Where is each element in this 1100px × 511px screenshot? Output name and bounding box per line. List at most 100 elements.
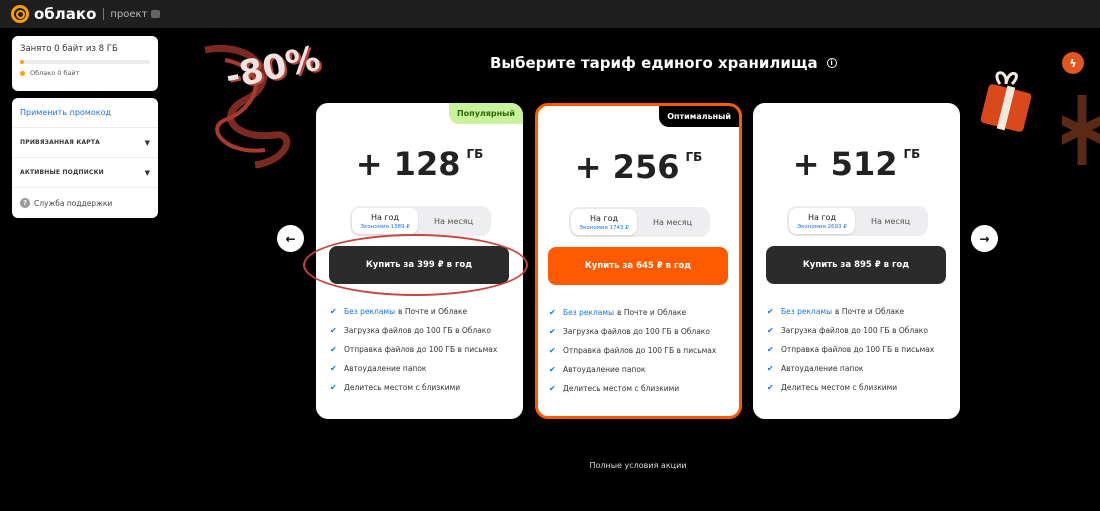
feature-item: ✔ Автоудаление папок [767,359,934,378]
check-icon: ✔ [330,364,337,373]
period-month-option[interactable]: На месяц [418,217,489,226]
page-title-text: Выберите тариф единого хранилища [490,54,818,72]
check-icon: ✔ [767,307,774,316]
logo-divider [103,8,105,20]
plan-card-512: + 512 ГБ На год Экономия 2693 ₽ На месяц … [753,103,960,419]
feature-list: ✔ Без рекламы в Почте и Облаке ✔ Загрузка ф… [549,303,716,398]
gift-icon [980,71,1032,132]
check-icon: ✔ [767,326,774,335]
page-title: Выберите тариф единого хранилища i [490,54,837,72]
period-toggle: На год Экономия 1743 ₽ На месяц [569,207,710,237]
period-toggle: На год Экономия 2693 ₽ На месяц [787,206,928,236]
plan-size-number: + 128 [355,145,461,183]
buy-button[interactable]: Купить за 645 ₽ в год [548,247,728,285]
sidebar-menu: Применить промокод ПРИВЯЗАННАЯ КАРТА ▼ А… [12,98,158,218]
period-year-option[interactable]: На год Экономия 1389 ₽ [352,208,418,234]
feature-item: ✔ Без рекламы в Почте и Облаке [330,302,497,321]
period-toggle: На год Экономия 1389 ₽ На месяц [350,206,491,236]
plan-size: + 512 ГБ [753,145,960,183]
feature-item: ✔ Делитесь местом с близкими [330,378,497,397]
subscriptions-row[interactable]: АКТИВНЫЕ ПОДПИСКИ ▼ [12,158,158,188]
flake-decoration-icon [1062,95,1100,165]
info-icon[interactable]: i [826,58,837,68]
help-icon: ? [20,198,30,208]
check-icon: ✔ [767,383,774,392]
check-icon: ✔ [330,307,337,316]
feature-list: ✔ Без рекламы в Почте и Облаке ✔ Загрузка ф… [330,302,497,397]
highlight-circle-annotation [303,234,528,296]
apply-promo-link[interactable]: Применить промокод [20,108,111,117]
full-terms-link[interactable]: Полные условия акции [0,461,1100,470]
storage-legend-label: Облако 0 байт [30,69,80,77]
check-icon: ✔ [549,327,556,336]
at-logo-icon[interactable] [11,5,29,23]
next-arrow-button[interactable]: → [971,225,998,252]
check-icon: ✔ [767,345,774,354]
chevron-down-icon[interactable]: ▼ [145,169,150,177]
project-label: проект [110,8,148,20]
feature-item: ✔ Загрузка файлов до 100 ГБ в Облако [767,321,934,340]
check-icon: ✔ [549,384,556,393]
feature-text: в Почте и Облаке [398,307,468,316]
no-ads-link[interactable]: Без рекламы [563,308,614,317]
feature-text: Автоудаление папок [781,364,864,373]
feature-item: ✔ Отправка файлов до 100 ГБ в письмах [330,340,497,359]
period-month-option[interactable]: На месяц [855,217,926,226]
feature-item: ✔ Загрузка файлов до 100 ГБ в Облако [549,322,716,341]
chevron-down-icon[interactable]: ▼ [145,139,150,147]
support-row[interactable]: ? Служба поддержки [12,188,158,218]
feature-item: ✔ Делитесь местом с близкими [549,379,716,398]
optimal-badge: Оптимальный [659,106,739,127]
storage-legend: Облако 0 байт [20,69,150,77]
feature-text: Загрузка файлов до 100 ГБ в Облако [563,327,710,336]
feature-item: ✔ Отправка файлов до 100 ГБ в письмах [767,340,934,359]
feature-text: в Почте и Облаке [617,308,687,317]
plan-size-unit: ГБ [685,150,703,164]
feature-text: Делитесь местом с близкими [344,383,461,392]
period-month-option[interactable]: На месяц [637,218,708,227]
check-icon: ✔ [330,345,337,354]
plan-card-256: Оптимальный + 256 ГБ На год Экономия 1743… [535,103,742,419]
year-label: На год [807,212,837,222]
feature-item: ✔ Автоудаление папок [330,359,497,378]
feature-text: Загрузка файлов до 100 ГБ в Облако [344,326,491,335]
plan-size-number: + 256 [574,148,680,186]
period-year-option[interactable]: На год Экономия 1743 ₽ [571,209,637,235]
plan-size: + 128 ГБ [316,145,523,183]
feature-text: Делитесь местом с близкими [563,384,680,393]
logo-text[interactable]: облако [34,5,96,23]
check-icon: ✔ [330,383,337,392]
linked-card-label: ПРИВЯЗАННАЯ КАРТА [20,139,101,146]
feature-item: ✔ Автоудаление папок [549,360,716,379]
support-label[interactable]: Служба поддержки [34,199,112,208]
period-year-option[interactable]: На год Экономия 2693 ₽ [789,208,855,234]
top-bar: облако проект [0,0,1100,28]
check-icon: ✔ [330,326,337,335]
plan-size-unit: ГБ [466,147,484,161]
lightning-coin-icon: ϟ [1062,52,1084,74]
check-icon: ✔ [549,365,556,374]
year-saving: Экономия 2693 ₽ [797,223,847,230]
check-icon: ✔ [767,364,774,373]
buy-button[interactable]: Купить за 895 ₽ в год [766,246,946,284]
subscriptions-label: АКТИВНЫЕ ПОДПИСКИ [20,169,104,176]
feature-text: в Почте и Облаке [835,307,905,316]
feature-item: ✔ Без рекламы в Почте и Облаке [549,303,716,322]
no-ads-link[interactable]: Без рекламы [344,307,395,316]
storage-bar-fill [20,60,24,64]
check-icon: ✔ [549,346,556,355]
year-saving: Экономия 1389 ₽ [360,223,410,230]
storage-panel: Занято 0 байт из 8 ГБ Облако 0 байт [12,36,158,91]
project-badge-icon [151,10,161,18]
linked-card-row[interactable]: ПРИВЯЗАННАЯ КАРТА ▼ [12,128,158,158]
prev-arrow-button[interactable]: ← [277,225,304,252]
feature-item: ✔ Делитесь местом с близкими [767,378,934,397]
popular-badge: Популярный [448,103,523,124]
year-saving: Экономия 1743 ₽ [579,224,629,231]
no-ads-link[interactable]: Без рекламы [781,307,832,316]
promo-row[interactable]: Применить промокод [12,98,158,128]
feature-item: ✔ Без рекламы в Почте и Облаке [767,302,934,321]
feature-text: Отправка файлов до 100 ГБ в письмах [344,345,498,354]
feature-text: Автоудаление папок [563,365,646,374]
feature-text: Автоудаление папок [344,364,427,373]
